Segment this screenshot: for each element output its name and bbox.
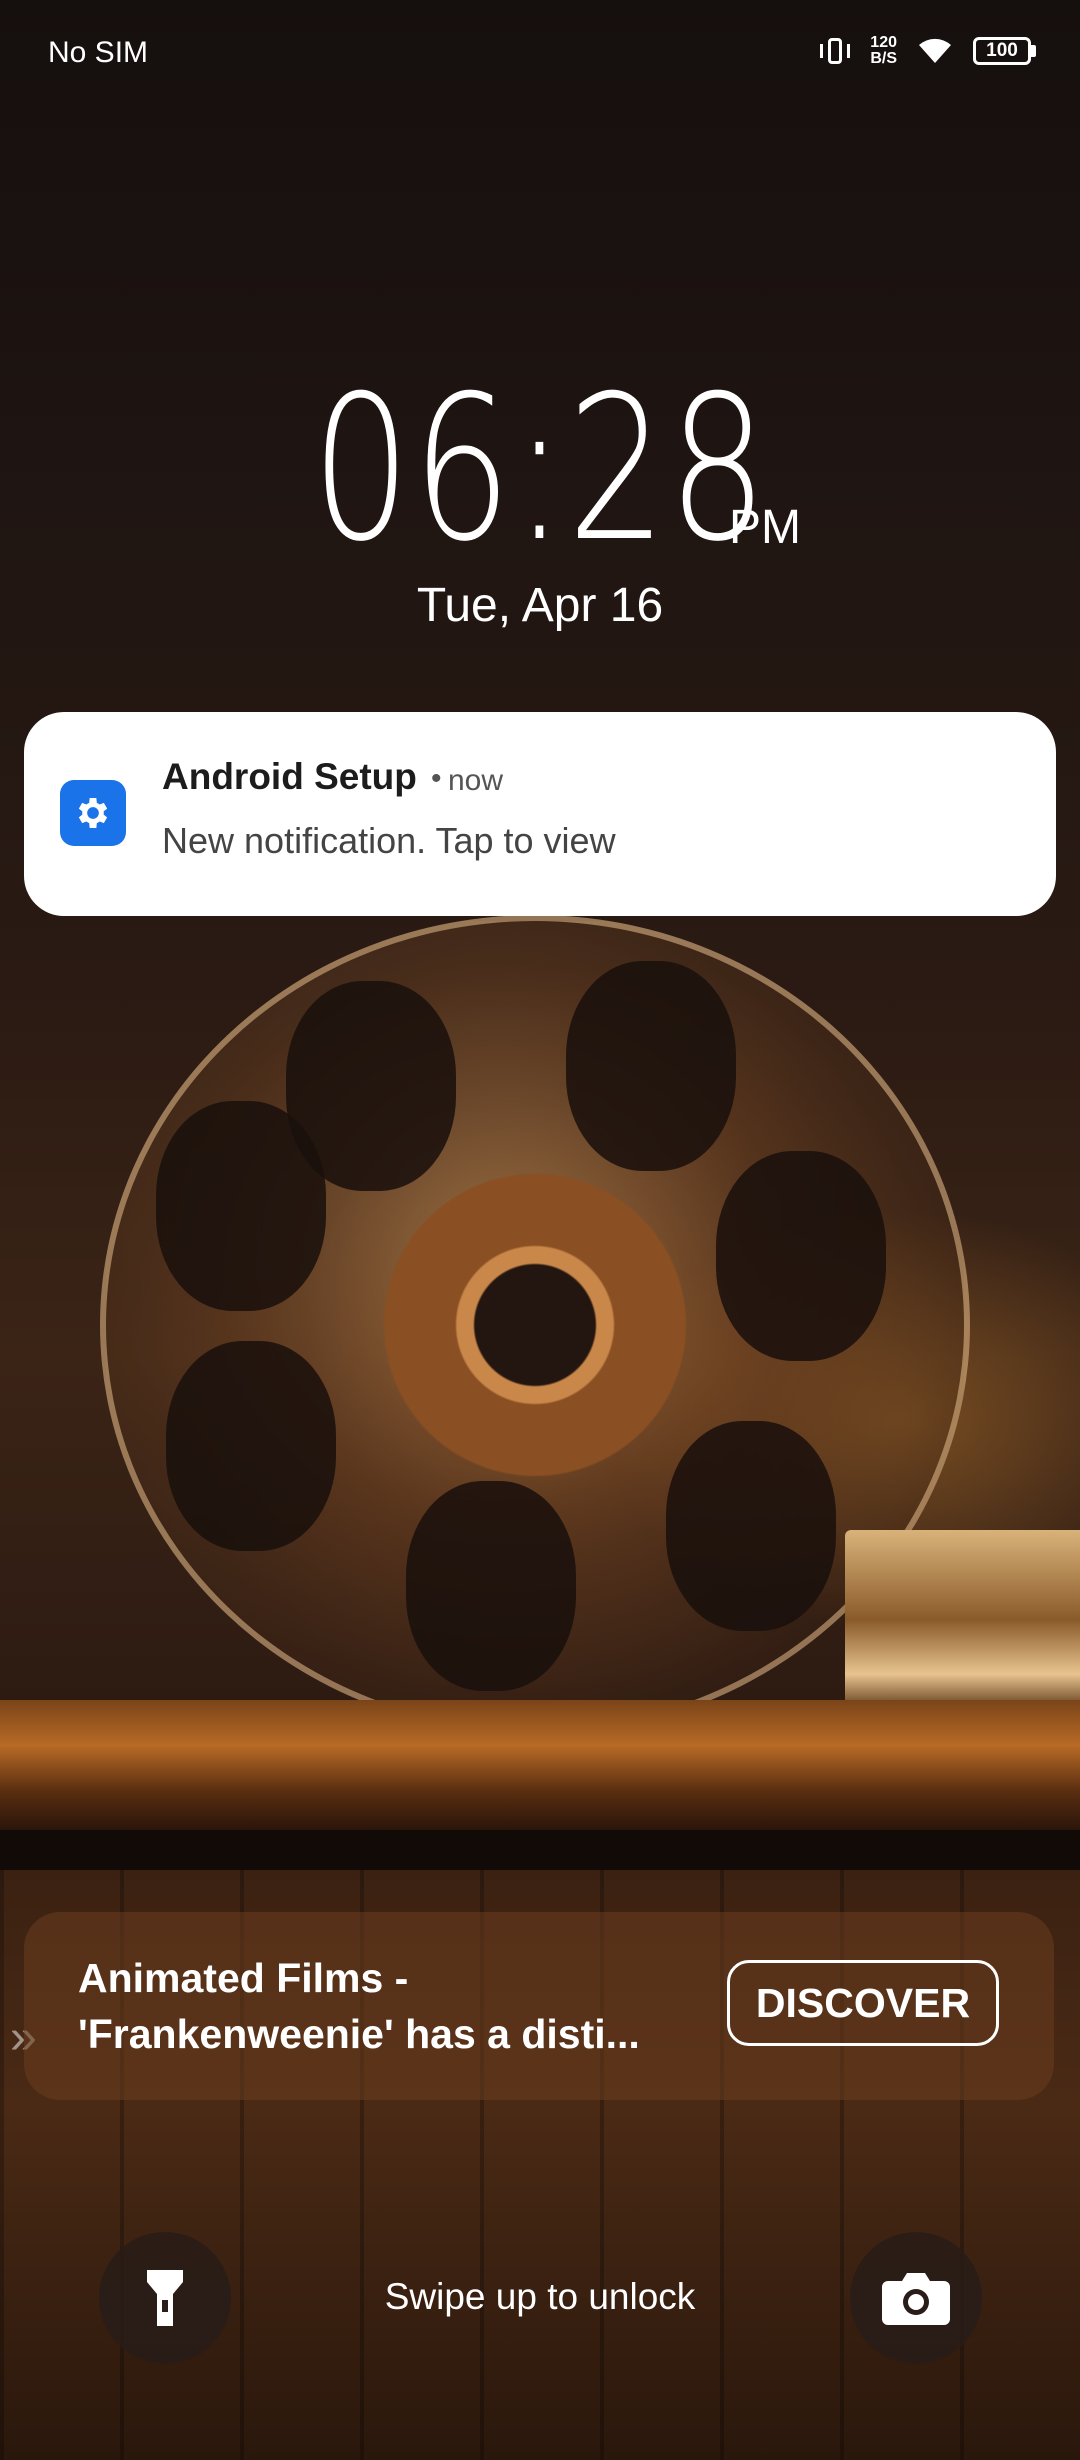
battery-icon: 100 <box>973 37 1036 65</box>
wifi-icon <box>919 38 951 63</box>
battery-level: 100 <box>973 37 1031 65</box>
notification-time: now <box>448 764 504 797</box>
settings-gear-icon <box>60 780 126 846</box>
clock-time: 06:28 <box>311 353 769 586</box>
discover-line-2: 'Frankenweenie' has a disti... <box>78 2011 640 2057</box>
discover-line-1: Animated Films - <box>78 1955 409 2001</box>
status-bar: No SIM 120 B/S 100 <box>0 0 1080 108</box>
notification-separator: • <box>431 762 442 795</box>
network-speed-value: 120 <box>870 34 897 51</box>
notification-card[interactable]: Android Setup • now New notification. Ta… <box>24 712 1056 916</box>
discover-card[interactable]: Animated Films - 'Frankenweenie' has a d… <box>24 1912 1054 2100</box>
camera-button[interactable] <box>850 2232 982 2364</box>
status-icons: 120 B/S 100 <box>818 34 1036 68</box>
lockscreen-clock: 06:28 PM <box>0 370 1080 570</box>
books-image <box>845 1530 1080 1710</box>
network-speed: 120 B/S <box>870 35 897 67</box>
camera-icon <box>882 2273 950 2325</box>
discover-headline: Animated Films - 'Frankenweenie' has a d… <box>78 1950 718 2062</box>
clock-ampm: PM <box>729 501 801 554</box>
chevron-right-icon: » <box>10 2011 36 2064</box>
lockscreen-date: Tue, Apr 16 <box>416 579 664 632</box>
network-speed-unit: B/S <box>870 50 897 67</box>
notification-text: New notification. Tap to view <box>162 820 616 861</box>
carrier-label: No SIM <box>48 36 149 69</box>
discover-button[interactable]: DISCOVER <box>727 1960 999 2046</box>
notification-app-name: Android Setup <box>162 756 417 797</box>
wooden-shelf <box>0 1700 1080 1830</box>
film-reel-image <box>100 915 970 1735</box>
vibrate-icon <box>818 34 852 68</box>
